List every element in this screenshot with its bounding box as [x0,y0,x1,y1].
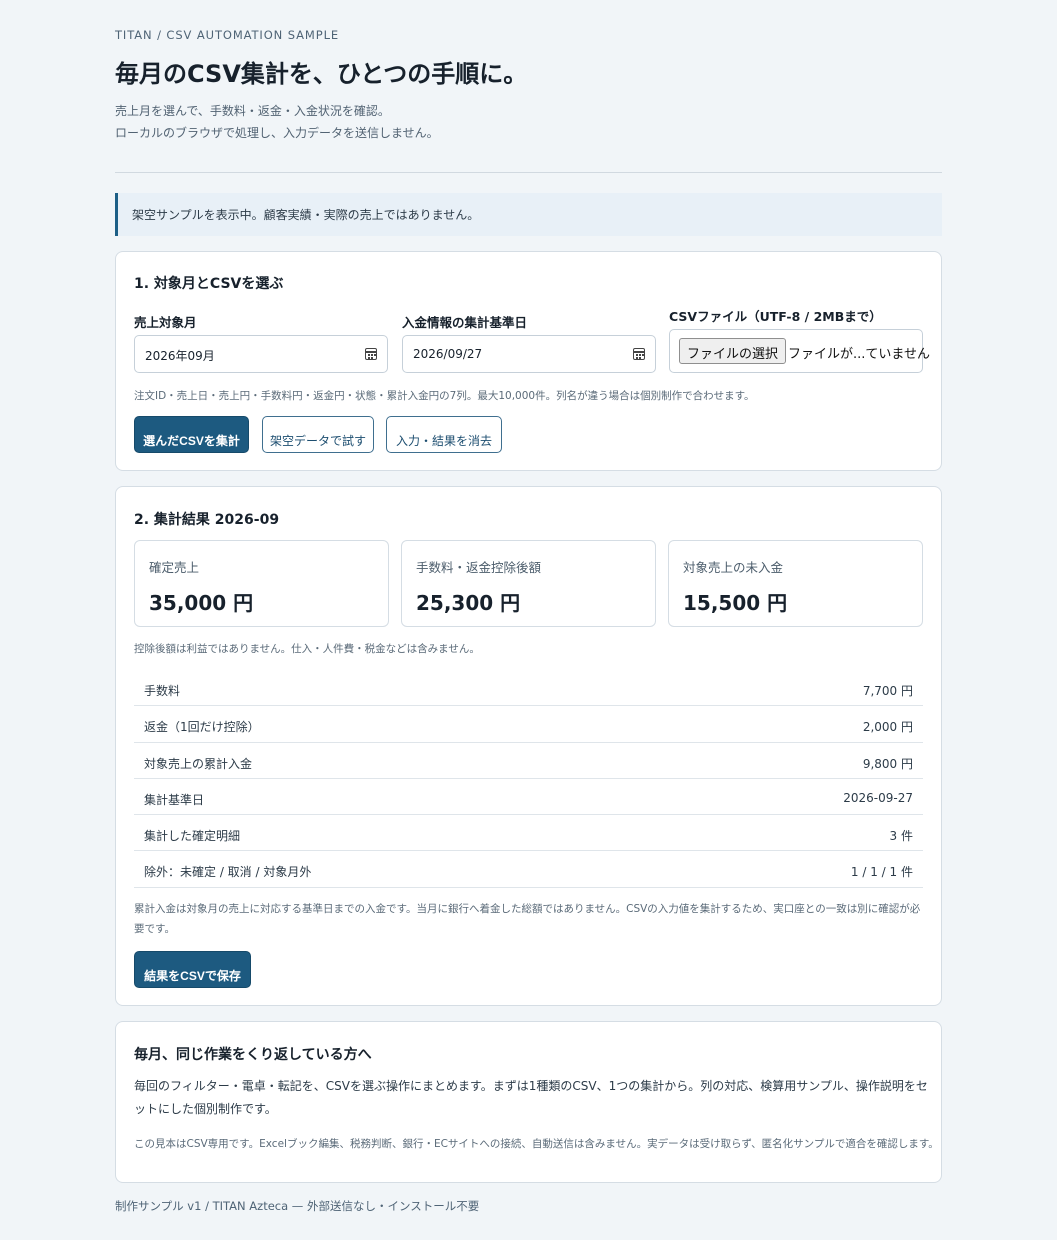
month-value: 2026年09月 [145,349,215,363]
row-label: 手数料 [144,684,181,698]
row-value: 1 / 1 / 1 件 [850,865,913,880]
sample-notice: 架空サンプルを表示中。顧客実績・実際の売上ではありません。 [115,193,942,236]
promo-scope-note: この見本はCSV専用です。Excelブック編集、税務判断、銀行・ECサイトへの接… [134,1138,939,1150]
promo-card: 毎月、同じ作業をくり返している方へ 毎回のフィルター・電卓・転記を、CSVを選ぶ… [115,1021,942,1183]
footer-text: 制作サンプル v1 / TITAN Azteca — 外部送信なし・インストール… [115,1199,480,1213]
row-label: 集計基準日 [144,792,205,807]
section3-title: 毎月、同じ作業をくり返している方へ [134,1047,372,1063]
row-value: 2,000 円 [862,720,913,735]
row-label: 除外：未確定 / 取消 / 対象月外 [144,865,312,880]
file-status-text: ファイルが...ていません [788,347,931,362]
table-row: 手数料 7,700 円 [134,670,923,707]
table-row: 集計基準日 2026-09-27 [134,779,923,816]
date-value: 2026/09/27 [413,347,483,361]
header-divider [115,172,942,173]
table-row: 集計した確定明細 3 件 [134,815,923,852]
row-value: 7,700 円 [862,684,913,698]
file-select-button[interactable]: ファイルの選択 [679,338,787,364]
page-title: 毎月のCSV集計を、ひとつの手順に。 [115,60,528,88]
month-label: 売上対象月 [134,315,197,330]
table-row: 返金（1回だけ控除） 2,000 円 [134,706,923,743]
kpi-net-after-deductions: 手数料・返金控除後額 25,300 円 [401,540,656,627]
row-value: 3 件 [889,829,913,844]
section1-title: 1. 対象月とCSVを選ぶ [134,276,284,292]
select-csv-card: 1. 対象月とCSVを選ぶ 売上対象月 2026年09月 入金情報の集計基準日 … [115,251,942,471]
kpi-unpaid: 対象売上の未入金 15,500 円 [668,540,923,627]
calendar-icon[interactable] [365,348,377,360]
kpi-confirmed-sales: 確定売上 35,000 円 [134,540,389,627]
date-input[interactable]: 2026/09/27 [402,335,656,373]
promo-body: 毎回のフィルター・電卓・転記を、CSVを選ぶ操作にまとめます。まずは1種類のCS… [134,1079,928,1116]
file-label: CSVファイル（UTF-8 / 2MBまで） [669,309,882,324]
csv-file-input[interactable]: ファイルの選択 ファイルが...ていません [669,329,930,373]
row-value: 9,800 円 [862,756,913,771]
table-row: 除外：未確定 / 取消 / 対象月外 1 / 1 / 1 件 [134,851,923,888]
try-sample-button[interactable]: 架空データで試す [262,416,374,453]
kpi-label: 手数料・返金控除後額 [416,560,542,575]
row-value: 2026-09-27 [843,790,913,805]
eyebrow-label: TITAN / CSV AUTOMATION SAMPLE [115,28,340,42]
aggregate-button[interactable]: 選んだCSVを集計 [134,416,249,453]
row-label: 対象売上の累計入金 [144,756,253,771]
table-row: 対象売上の累計入金 9,800 円 [134,743,923,779]
row-label: 返金（1回だけ控除） [144,720,260,735]
kpi-label: 確定売上 [149,560,200,575]
save-csv-button[interactable]: 結果をCSVで保存 [134,951,251,988]
csv-format-hint: 注文ID・売上日・売上円・手数料円・返金円・状態・累計入金円の7列。最大10,0… [134,390,755,402]
lead-text-1: 売上月を選んで、手数料・返金・入金状況を確認。 [115,104,390,118]
kpi-label: 対象売上の未入金 [683,560,784,575]
kpi-note: 控除後額は利益ではありません。仕入・人件費・税金などは含みません。 [134,643,480,655]
row-label: 集計した確定明細 [144,829,241,844]
kpi-value: 15,500 円 [683,591,788,615]
date-label: 入金情報の集計基準日 [402,315,528,330]
month-input[interactable]: 2026年09月 [134,335,388,373]
calendar-icon[interactable] [633,348,645,360]
clear-button[interactable]: 入力・結果を消去 [386,416,502,453]
results-table: 手数料 7,700 円 返金（1回だけ控除） 2,000 円 対象売上の累計入金… [134,670,923,888]
lead-text-2: ローカルのブラウザで処理し、入力データを送信しません。 [115,126,439,140]
kpi-value: 25,300 円 [416,591,521,615]
kpi-value: 35,000 円 [149,591,254,615]
deposit-note: 累計入金は対象月の売上に対応する基準日までの入金です。当月に銀行へ着金した総額で… [134,903,921,935]
results-card: 2. 集計結果 2026-09 確定売上 35,000 円 手数料・返金控除後額… [115,486,942,1006]
section2-title: 2. 集計結果 2026-09 [134,512,280,528]
